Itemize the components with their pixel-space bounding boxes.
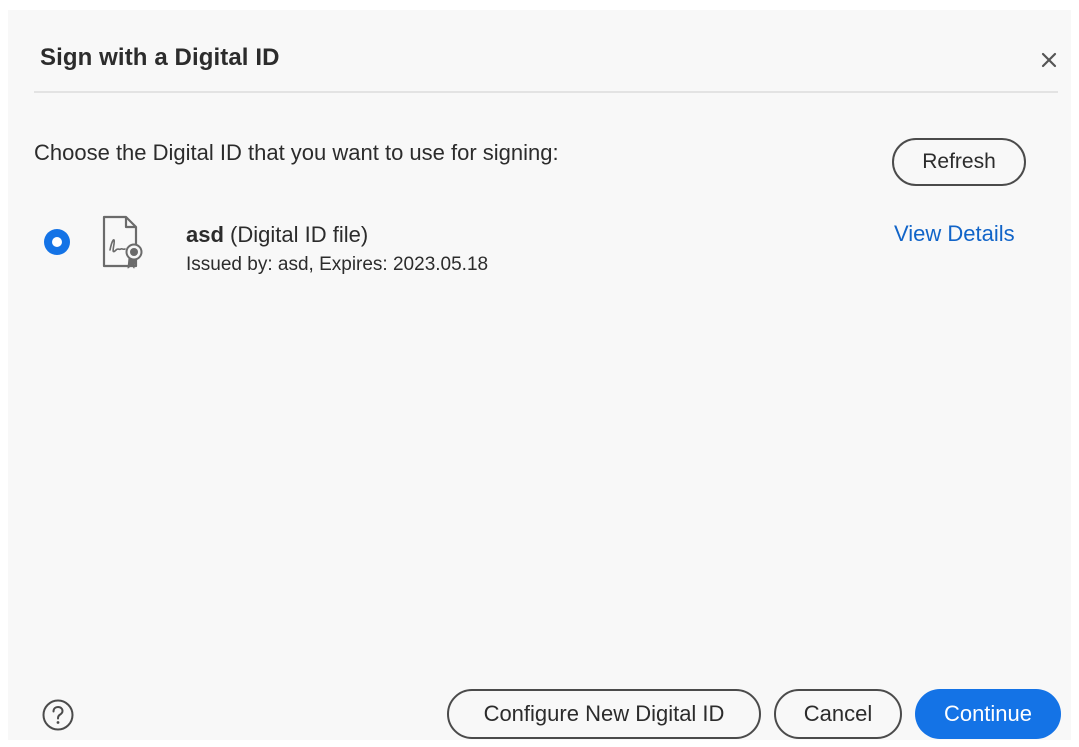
radio-selected-dot: [52, 237, 62, 247]
view-details-link[interactable]: View Details: [894, 221, 1015, 247]
digital-id-title: asd (Digital ID file): [186, 222, 368, 248]
dialog-header: Sign with a Digital ID: [8, 10, 1071, 93]
help-button[interactable]: [41, 698, 75, 732]
digital-id-name: asd: [186, 222, 224, 247]
sign-digital-id-dialog: Sign with a Digital ID Choose the Digita…: [8, 10, 1071, 740]
header-divider: [34, 91, 1058, 93]
digital-id-issuer-expiry: Issued by: asd, Expires: 2023.05.18: [186, 254, 489, 275]
cancel-button[interactable]: Cancel: [774, 689, 902, 739]
digital-id-list-item[interactable]: asd (Digital ID file) Issued by: asd, Ex…: [8, 210, 1071, 290]
continue-button[interactable]: Continue: [915, 689, 1061, 739]
close-icon: [1041, 52, 1057, 68]
dialog-title: Sign with a Digital ID: [40, 44, 280, 71]
help-icon: [42, 699, 74, 731]
digital-id-radio[interactable]: [44, 229, 70, 255]
configure-new-digital-id-button[interactable]: Configure New Digital ID: [447, 689, 761, 739]
instruction-text: Choose the Digital ID that you want to u…: [34, 140, 559, 165]
digital-id-type: (Digital ID file): [230, 222, 369, 247]
refresh-button[interactable]: Refresh: [892, 138, 1026, 186]
close-button[interactable]: [1034, 45, 1064, 75]
certificate-file-icon: [102, 215, 143, 269]
